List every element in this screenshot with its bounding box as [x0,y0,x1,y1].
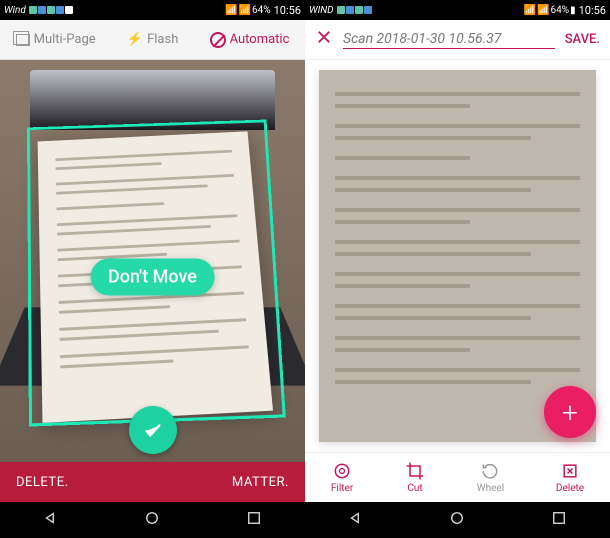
notif-icon [65,6,73,14]
delete-button[interactable]: Delete [556,461,584,494]
notif-icon [346,6,354,14]
status-left: WIND [309,5,372,16]
status-bar: Wind 📶 📶 64% 10:56 [0,0,305,20]
scanned-document [319,70,596,442]
check-icon [142,419,164,441]
multipage-label: Multi-Page [34,32,96,47]
clock: 10:56 [274,4,301,17]
wheel-label: Wheel [477,483,504,494]
status-right: 📶 📶 64% 10:56 [225,4,301,17]
notif-icon [47,6,55,14]
flash-label: Flash [147,32,178,47]
delete-icon [560,461,580,481]
wheel-button[interactable]: Wheel [477,461,504,494]
home-icon[interactable] [448,509,466,531]
signal-icon: 📶 [537,5,549,16]
preview-toolbar: Scan 2018-01-30 10.56.37 SAVE. [305,20,610,60]
stability-overlay: Don't Move [90,259,215,296]
rotate-icon [480,461,500,481]
scan-preview-area[interactable]: + [305,60,610,452]
back-icon[interactable] [347,509,365,531]
cut-label: Cut [407,483,422,494]
automatic-label: Automatic [230,32,290,47]
notif-icon [355,6,363,14]
left-screen-camera: Wind 📶 📶 64% 10:56 Multi-Page ⚡ Flash Au… [0,0,305,538]
clock: 10:56 [579,4,606,17]
auto-off-icon [210,32,226,48]
flash-icon: ⚡ [127,32,143,47]
home-icon[interactable] [143,509,161,531]
status-bar: WIND 📶 📶 64% ▮ 10:56 [305,0,610,20]
recent-icon[interactable] [245,509,263,531]
save-button[interactable]: SAVE. [565,32,600,47]
signal-icon: 📶 [524,5,536,16]
notif-icon [337,6,345,14]
recent-icon[interactable] [550,509,568,531]
close-icon [315,28,333,46]
flash-toggle[interactable]: ⚡ Flash [127,32,178,47]
capture-button[interactable] [129,406,177,454]
back-icon[interactable] [42,509,60,531]
notif-icon [29,6,37,14]
delete-button[interactable]: DELETE. [16,475,69,490]
filter-icon [332,461,352,481]
camera-viewfinder[interactable]: Don't Move [0,60,305,462]
status-left: Wind [4,5,73,16]
status-right: 📶 📶 64% ▮ 10:56 [524,4,606,17]
notif-icon [38,6,46,14]
battery-pct: 64% [252,5,271,16]
multipage-icon [16,34,30,46]
nfc-icon: 📶 [225,5,237,16]
camera-toolbar: Multi-Page ⚡ Flash Automatic [0,20,305,60]
stability-text: Don't Move [108,267,197,288]
add-page-fab[interactable]: + [544,386,596,438]
close-button[interactable] [315,27,333,52]
filter-button[interactable]: Filter [331,461,353,494]
matter-button[interactable]: MATTER. [232,475,289,490]
notif-icon [56,6,64,14]
notif-icon [364,6,372,14]
signal-icon: 📶 [239,5,251,16]
android-nav-bar [0,502,305,538]
scan-title-input[interactable]: Scan 2018-01-30 10.56.37 [343,31,555,49]
android-nav-bar [305,502,610,538]
battery-icon: ▮ [570,5,576,16]
filter-label: Filter [331,483,353,494]
plus-icon: + [562,396,578,429]
bg-laptop [30,70,275,130]
automatic-toggle[interactable]: Automatic [210,32,290,48]
delete-label: Delete [556,483,584,494]
cut-button[interactable]: Cut [405,461,425,494]
multipage-toggle[interactable]: Multi-Page [16,32,96,47]
battery-pct: 64% [551,5,570,16]
preview-bottom-bar: Filter Cut Wheel Delete [305,452,610,502]
right-screen-preview: WIND 📶 📶 64% ▮ 10:56 Scan 2018-01-30 10.… [305,0,610,538]
crop-icon [405,461,425,481]
camera-bottom-bar: DELETE. MATTER. [0,462,305,502]
carrier-label: Wind [4,5,26,16]
carrier-label: WIND [309,5,334,16]
